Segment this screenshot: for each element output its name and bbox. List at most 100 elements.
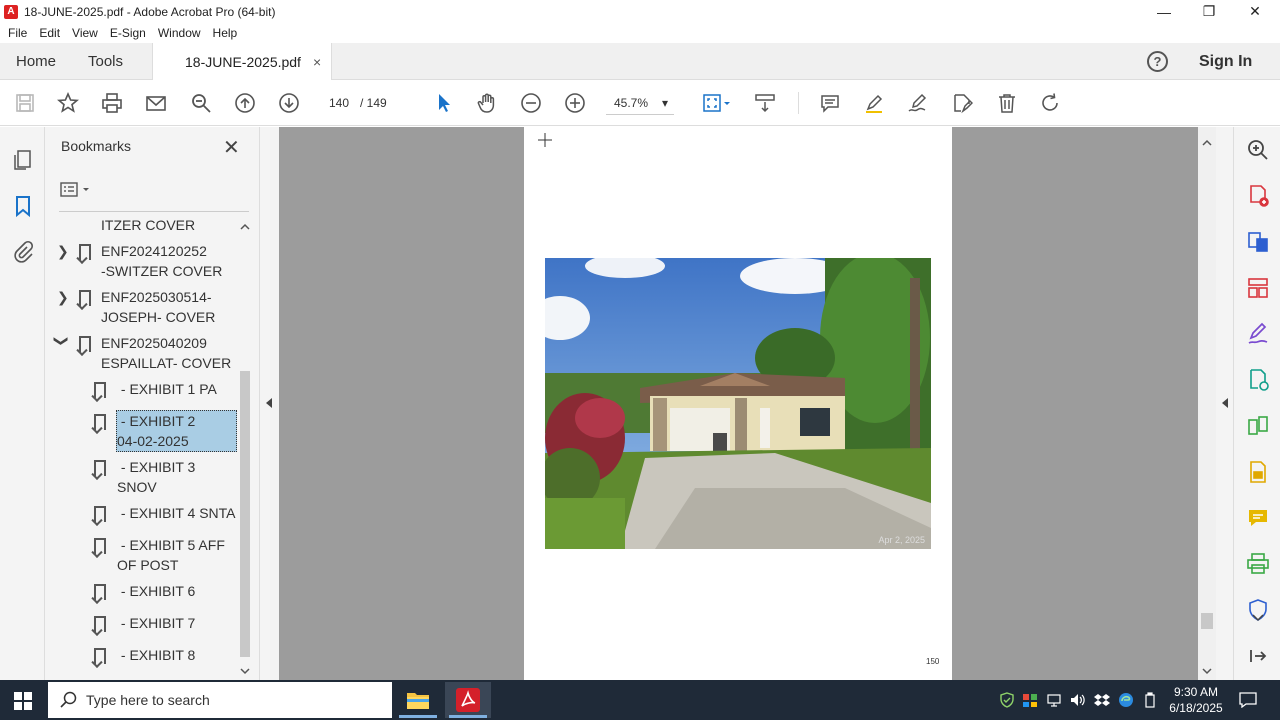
chevron-right-icon[interactable]: ❯ xyxy=(57,287,69,307)
edge-browser-icon[interactable] xyxy=(1118,692,1134,708)
bookmarks-scroll-thumb[interactable] xyxy=(240,371,250,657)
security-shield-icon[interactable] xyxy=(999,692,1015,708)
highlight-pen-icon[interactable] xyxy=(861,90,887,116)
menu-help[interactable]: Help xyxy=(207,26,244,40)
zoom-level-dropdown[interactable]: 45.7% ▾ xyxy=(606,91,674,115)
bookmark-icon xyxy=(79,290,91,306)
document-tab-label: 18-JUNE-2025.pdf xyxy=(185,54,301,70)
zoom-in-icon[interactable] xyxy=(562,90,588,116)
scan-ocr-icon[interactable] xyxy=(1246,460,1270,484)
battery-icon[interactable] xyxy=(1142,692,1158,708)
document-view[interactable]: Apr 2, 2025 150 xyxy=(279,127,1198,680)
pages-thumbnails-icon[interactable] xyxy=(11,148,35,172)
chevron-right-icon[interactable]: ❯ xyxy=(57,241,69,261)
attachment-icon[interactable] xyxy=(11,240,35,264)
previous-page-icon[interactable] xyxy=(232,90,258,116)
acrobat-taskbar-icon[interactable] xyxy=(445,682,491,718)
bookmark-label: - EXHIBIT 5 AFF OF POST xyxy=(117,537,225,573)
rotate-icon[interactable] xyxy=(1037,90,1063,116)
network-icon[interactable] xyxy=(1046,692,1062,708)
bookmark-label: ENF2024120252 -SWITZER COVER xyxy=(101,243,223,279)
help-icon[interactable]: ? xyxy=(1147,51,1168,72)
system-clock[interactable]: 9:30 AM 6/18/2025 xyxy=(1164,684,1228,716)
volume-icon[interactable] xyxy=(1070,692,1086,708)
page-number-input[interactable]: 140 xyxy=(320,91,358,115)
menu-esign[interactable]: E-Sign xyxy=(104,26,152,40)
menu-view[interactable]: View xyxy=(66,26,104,40)
restore-button[interactable]: ❐ xyxy=(1186,0,1232,23)
zoom-out-icon[interactable] xyxy=(518,90,544,116)
scroll-mode-icon[interactable] xyxy=(752,90,778,116)
left-navigation-rail xyxy=(0,127,45,680)
bookmark-icon xyxy=(94,616,106,632)
menu-file[interactable]: File xyxy=(2,26,33,40)
expand-tools-handle[interactable] xyxy=(1216,127,1233,680)
close-window-button[interactable]: ✕ xyxy=(1232,0,1278,23)
protect-tool-icon[interactable] xyxy=(1246,598,1270,622)
bookmark-icon xyxy=(79,244,91,260)
windows-start-icon[interactable] xyxy=(14,692,32,710)
delete-icon[interactable] xyxy=(994,90,1020,116)
zoom-search-icon[interactable] xyxy=(188,90,214,116)
search-icon xyxy=(60,691,77,708)
sign-in-button[interactable]: Sign In xyxy=(1199,43,1252,80)
clock-date: 6/18/2025 xyxy=(1169,701,1223,715)
menu-window[interactable]: Window xyxy=(152,26,207,40)
tab-document[interactable]: 18-JUNE-2025.pdf × xyxy=(152,43,332,81)
print-icon[interactable] xyxy=(99,90,125,116)
next-page-icon[interactable] xyxy=(276,90,302,116)
file-explorer-icon[interactable] xyxy=(395,682,441,718)
app-tray-icon[interactable] xyxy=(1022,692,1038,708)
fit-page-icon[interactable] xyxy=(698,90,734,116)
email-icon[interactable] xyxy=(143,90,169,116)
organize-pages-icon[interactable] xyxy=(1246,276,1270,300)
bookmark-icon xyxy=(94,382,106,398)
comment-icon[interactable] xyxy=(817,90,843,116)
create-pdf-icon[interactable] xyxy=(1246,184,1270,208)
select-cursor-icon[interactable] xyxy=(431,90,457,116)
notifications-icon[interactable] xyxy=(1238,692,1258,709)
sign-pen-icon[interactable] xyxy=(905,90,931,116)
tab-bar: Home Tools 18-JUNE-2025.pdf × ? Sign In xyxy=(0,43,1280,81)
bookmark-panel-icon[interactable] xyxy=(11,194,35,218)
bookmark-icon xyxy=(94,506,106,522)
export-pdf-icon[interactable] xyxy=(1246,230,1270,254)
collapse-panel-handle[interactable] xyxy=(260,127,279,680)
hand-tool-icon[interactable] xyxy=(474,90,500,116)
close-tab-icon[interactable]: × xyxy=(313,54,321,70)
acrobat-app-icon: A xyxy=(4,4,18,19)
fill-sign-icon[interactable] xyxy=(949,90,975,116)
minimize-button[interactable]: — xyxy=(1141,0,1187,23)
toolbar: 140 / 149 45.7% ▾ xyxy=(0,80,1280,126)
collapse-tools-icon[interactable] xyxy=(1246,644,1270,668)
save-icon[interactable] xyxy=(12,90,38,116)
document-scrollbar[interactable] xyxy=(1198,127,1216,680)
bookmark-icon xyxy=(94,538,106,554)
document-scroll-thumb[interactable] xyxy=(1201,613,1213,629)
tab-tools[interactable]: Tools xyxy=(88,43,123,80)
tab-home[interactable]: Home xyxy=(16,43,56,80)
taskbar-search-box[interactable]: Type here to search xyxy=(48,682,392,718)
menu-edit[interactable]: Edit xyxy=(33,26,66,40)
bookmark-icon xyxy=(94,460,106,476)
fill-sign-tool-icon[interactable] xyxy=(1246,322,1270,346)
bookmark-options-icon[interactable] xyxy=(59,179,99,201)
edit-pdf-icon[interactable] xyxy=(1246,368,1270,392)
chevron-down-icon[interactable]: ❯ xyxy=(52,335,72,347)
bookmark-label: - EXHIBIT 4 SNTA xyxy=(117,505,236,521)
bookmark-label: ITZER COVER xyxy=(101,217,196,233)
comment-tool-icon[interactable] xyxy=(1246,506,1270,530)
title-bar: A 18-JUNE-2025.pdf - Adobe Acrobat Pro (… xyxy=(0,0,1280,23)
combine-files-icon[interactable] xyxy=(1246,414,1270,438)
bookmark-label: - EXHIBIT 1 PA xyxy=(117,381,217,397)
tools-rail xyxy=(1233,127,1280,680)
star-icon[interactable] xyxy=(55,90,81,116)
print-production-icon[interactable] xyxy=(1246,552,1270,576)
bookmark-label: ENF2025040209 ESPAILLAT- COVER xyxy=(101,335,232,371)
dropbox-icon[interactable] xyxy=(1094,692,1110,708)
windows-taskbar: Type here to search 9:30 AM 6/18/2025 xyxy=(0,680,1280,720)
bookmark-label: - EXHIBIT 3 SNOV xyxy=(117,459,196,495)
photo-date-stamp: Apr 2, 2025 xyxy=(878,535,925,545)
close-bookmarks-icon[interactable]: ✕ xyxy=(223,135,240,160)
search-zoom-icon[interactable] xyxy=(1246,138,1270,162)
